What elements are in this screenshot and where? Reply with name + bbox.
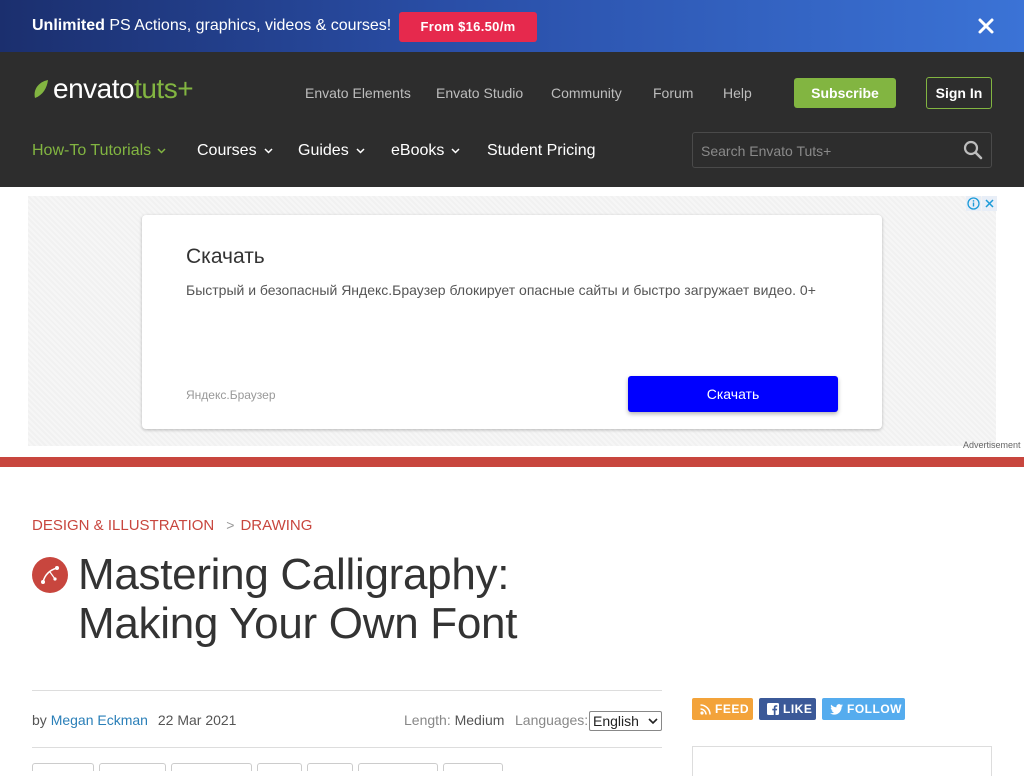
mainnav-how-to-tutorials[interactable]: How-To Tutorials: [32, 142, 166, 160]
mainnav-ebooks[interactable]: eBooks: [391, 142, 460, 160]
subscribe-button[interactable]: Subscribe: [794, 78, 896, 108]
article-length: Length: Medium: [404, 712, 504, 728]
ad-title: Скачать: [186, 245, 265, 268]
tag-pill[interactable]: [32, 763, 94, 771]
chevron-down-icon: [648, 717, 658, 724]
feed-label: FEED: [715, 702, 750, 716]
chevron-down-icon: [157, 148, 166, 154]
article-title: Mastering Calligraphy: Making Your Own F…: [78, 550, 518, 648]
promo-cta-button[interactable]: From $16.50/m: [399, 12, 537, 42]
follow-label: FOLLOW: [847, 702, 902, 716]
promo-text-strong: Unlimited: [32, 17, 105, 34]
divider: [32, 747, 662, 748]
tag-pill[interactable]: [99, 763, 166, 771]
mainnav-courses[interactable]: Courses: [197, 142, 273, 160]
length-value: Medium: [454, 712, 505, 728]
ad-close-icon[interactable]: [982, 196, 997, 211]
leaf-icon: [34, 80, 48, 98]
mainnav-label: eBooks: [391, 142, 445, 159]
tag-pill[interactable]: [257, 763, 302, 771]
breadcrumb-separator: >: [226, 517, 235, 533]
topnav-forum[interactable]: Forum: [653, 85, 693, 101]
twitter-icon: [830, 703, 843, 715]
divider: [32, 690, 662, 691]
envato-tuts-logo[interactable]: envato tuts+: [32, 73, 194, 104]
category-color-bar: [0, 457, 1024, 467]
ad-label: Advertisement: [963, 440, 1021, 450]
language-select[interactable]: English: [589, 711, 662, 731]
topnav-envato-studio[interactable]: Envato Studio: [436, 85, 523, 101]
byline: by Megan Eckman 22 Mar 2021: [32, 712, 236, 728]
feed-button[interactable]: FEED: [692, 698, 753, 720]
logo-text-envato: envato: [53, 73, 135, 104]
tag-pill[interactable]: [171, 763, 252, 771]
search-input[interactable]: [701, 141, 951, 161]
like-button[interactable]: LIKE: [759, 698, 816, 720]
mainnav-student-pricing[interactable]: Student Pricing: [487, 142, 596, 160]
sidebar-widget: [692, 746, 992, 776]
logo-text-tuts: tuts+: [134, 73, 194, 104]
tag-pill[interactable]: [443, 763, 503, 771]
breadcrumb-design-illustration[interactable]: DESIGN & ILLUSTRATION: [32, 517, 214, 534]
breadcrumb: DESIGN & ILLUSTRATION > DRAWING: [32, 517, 312, 534]
promo-text-rest: PS Actions, graphics, videos & courses!: [104, 17, 392, 34]
ad-card[interactable]: Скачать Быстрый и безопасный Яндекс.Брау…: [142, 215, 882, 429]
author-link[interactable]: Megan Eckman: [51, 712, 148, 728]
chevron-down-icon: [451, 148, 460, 154]
search-box: [692, 132, 992, 168]
ad-brand: Яндекс.Браузер: [186, 388, 276, 402]
mainnav-label: Guides: [298, 142, 349, 159]
byline-by: by: [32, 712, 47, 728]
languages-label: Languages:: [515, 712, 589, 728]
topnav-community[interactable]: Community: [551, 85, 622, 101]
promo-bar: Unlimited PS Actions, graphics, videos &…: [0, 0, 1024, 52]
sign-in-button[interactable]: Sign In: [926, 77, 992, 109]
tag-pill[interactable]: [358, 763, 438, 771]
chevron-down-icon: [356, 148, 365, 154]
pen-tool-icon: [32, 557, 68, 593]
ad-description: Быстрый и безопасный Яндекс.Браузер блок…: [186, 282, 816, 298]
ad-choices[interactable]: [966, 196, 997, 212]
promo-text: Unlimited PS Actions, graphics, videos &…: [32, 17, 391, 35]
chevron-down-icon: [264, 148, 273, 154]
close-icon[interactable]: [976, 16, 996, 36]
mainnav-label: Student Pricing: [487, 142, 596, 159]
tag-pill[interactable]: [307, 763, 353, 771]
topnav-envato-elements[interactable]: Envato Elements: [305, 85, 411, 101]
publish-date: 22 Mar 2021: [157, 712, 237, 728]
site-header: envato tuts+ Envato Elements Envato Studi…: [0, 52, 1024, 187]
follow-button[interactable]: FOLLOW: [822, 698, 905, 720]
breadcrumb-drawing[interactable]: DRAWING: [240, 517, 312, 534]
rss-icon: [700, 703, 711, 715]
length-label: Length:: [404, 712, 451, 728]
facebook-icon: [767, 703, 779, 715]
topnav-help[interactable]: Help: [723, 85, 752, 101]
ad-cta-button[interactable]: Скачать: [628, 376, 838, 412]
mainnav-label: How-To Tutorials: [32, 142, 152, 159]
language-selected: English: [593, 713, 639, 729]
like-label: LIKE: [783, 702, 813, 716]
mainnav-label: Courses: [197, 142, 257, 159]
search-icon[interactable]: [963, 140, 983, 160]
ad-info-icon[interactable]: [966, 196, 981, 211]
mainnav-guides[interactable]: Guides: [298, 142, 365, 160]
